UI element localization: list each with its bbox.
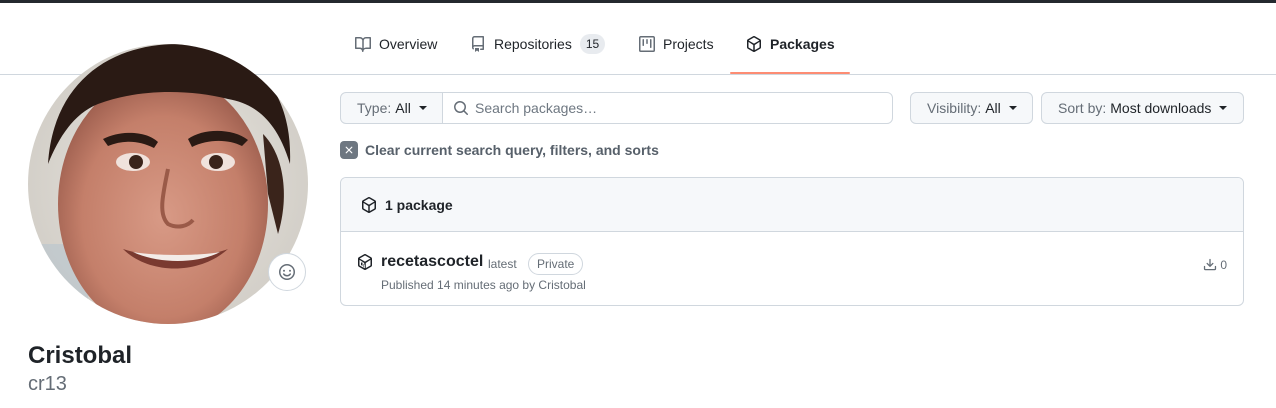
avatar-image xyxy=(28,44,308,324)
tab-overview[interactable]: Overview xyxy=(355,36,437,75)
tab-projects-label: Projects xyxy=(663,36,714,52)
profile-username: cr13 xyxy=(28,373,67,395)
type-filter-dropdown[interactable]: Type: All xyxy=(340,92,443,124)
selected-tab-underline xyxy=(730,72,850,74)
packages-list-header: 1 package xyxy=(341,178,1243,232)
sort-prefix: Sort by: xyxy=(1058,100,1107,116)
project-icon xyxy=(639,36,655,52)
repositories-count-badge: 15 xyxy=(579,34,606,54)
visibility-filter-prefix: Visibility: xyxy=(927,100,982,116)
smiley-icon xyxy=(279,264,295,280)
package-icon xyxy=(747,36,761,52)
tab-packages[interactable]: Packages xyxy=(746,36,835,75)
avatar[interactable] xyxy=(28,44,308,324)
caret-down-icon xyxy=(418,106,427,110)
type-filter-value: All xyxy=(395,100,411,116)
search-icon xyxy=(454,101,468,115)
packages-count: 1 package xyxy=(385,196,453,213)
package-tag: latest xyxy=(488,257,517,271)
caret-down-icon xyxy=(1008,106,1017,110)
visibility-badge: Private xyxy=(528,253,584,275)
search-input[interactable] xyxy=(475,100,875,116)
package-name-link[interactable]: recetascoctel xyxy=(381,252,483,272)
clear-filters-label: Clear current search query, filters, and… xyxy=(365,142,659,158)
tab-overview-label: Overview xyxy=(379,36,438,52)
sort-value: Most downloads xyxy=(1110,100,1212,116)
set-status-button[interactable] xyxy=(268,253,306,291)
sort-dropdown[interactable]: Sort by: Most downloads xyxy=(1041,92,1244,124)
container-package-icon xyxy=(358,254,372,270)
tab-packages-label: Packages xyxy=(770,36,835,52)
tab-repositories[interactable]: Repositories 15 xyxy=(470,34,606,75)
tab-repositories-label: Repositories xyxy=(494,36,572,52)
close-icon xyxy=(340,141,358,159)
repo-icon xyxy=(472,36,484,52)
download-count-value: 0 xyxy=(1220,258,1227,272)
visibility-filter-dropdown[interactable]: Visibility: All xyxy=(910,92,1033,124)
visibility-filter-value: All xyxy=(985,100,1001,116)
download-icon xyxy=(1204,258,1217,271)
type-filter-prefix: Type: xyxy=(357,100,392,116)
clear-filters-link[interactable]: Clear current search query, filters, and… xyxy=(340,141,659,159)
package-search[interactable] xyxy=(442,92,893,124)
download-count: 0 xyxy=(1203,258,1227,272)
caret-down-icon xyxy=(1219,106,1228,110)
list-item: recetascoctel latest Private Published 1… xyxy=(341,232,1243,305)
package-icon xyxy=(362,196,376,213)
packages-list: 1 package recetascoctel latest Private P… xyxy=(340,177,1244,306)
book-icon xyxy=(355,37,371,52)
package-published-meta: Published 14 minutes ago by Cristobal xyxy=(381,278,586,292)
tab-projects[interactable]: Projects xyxy=(639,36,714,75)
profile-fullname: Cristobal xyxy=(28,342,133,369)
